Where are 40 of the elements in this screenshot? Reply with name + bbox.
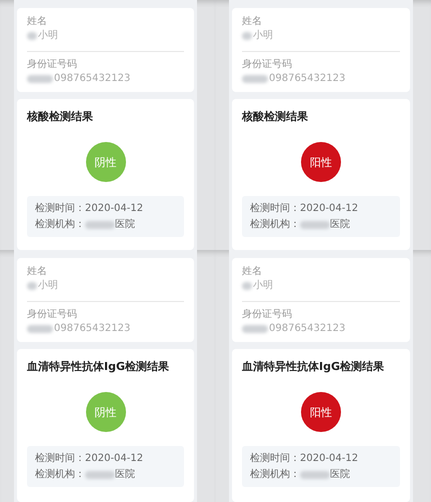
detail-value: 2020-04-12	[85, 202, 144, 215]
detail-value: 医院	[115, 468, 135, 481]
detail-label: 检测机构：	[250, 218, 300, 231]
result-title: 血清特异性抗体IgG检测结果	[242, 359, 384, 374]
id-number-value: 098765432123	[269, 72, 346, 86]
detail-value: 医院	[330, 468, 350, 481]
field-label: 身份证号码	[242, 308, 292, 321]
result-badge: 阴性	[86, 392, 126, 432]
field-label: 身份证号码	[27, 58, 77, 71]
name-value: 小明	[38, 279, 58, 293]
detail-value: 2020-04-12	[300, 452, 358, 465]
detail-value: 2020-04-12	[85, 452, 144, 465]
detail-label: 检测机构：	[35, 218, 85, 231]
name-value: 小明	[38, 29, 58, 43]
field-label: 身份证号码	[242, 58, 292, 71]
id-number-value: 098765432123	[54, 72, 130, 86]
detail-label: 检测时间：	[35, 202, 85, 215]
detail-value: 2020-04-12	[300, 202, 358, 215]
detail-value: 医院	[115, 218, 135, 231]
field-label: 姓名	[27, 15, 47, 28]
result-badge: 阳性	[301, 142, 341, 182]
detail-value: 医院	[330, 218, 350, 231]
detail-label: 检测时间：	[250, 202, 300, 215]
field-label: 姓名	[242, 15, 262, 28]
result-badge: 阳性	[301, 392, 341, 432]
result-title: 核酸检测结果	[242, 109, 308, 124]
name-value: 小明	[253, 29, 273, 43]
detail-label: 检测机构：	[250, 468, 300, 481]
field-label: 姓名	[27, 265, 47, 278]
id-number-value: 098765432123	[269, 322, 346, 336]
name-value: 小明	[253, 279, 273, 293]
detail-label: 检测时间：	[35, 452, 85, 465]
result-title: 核酸检测结果	[27, 109, 93, 124]
field-label: 姓名	[242, 265, 262, 278]
result-badge: 阴性	[86, 142, 126, 182]
result-title: 血清特异性抗体IgG检测结果	[27, 359, 169, 374]
id-number-value: 098765432123	[54, 322, 130, 336]
detail-label: 检测时间：	[250, 452, 300, 465]
field-label: 身份证号码	[27, 308, 77, 321]
detail-label: 检测机构：	[35, 468, 85, 481]
